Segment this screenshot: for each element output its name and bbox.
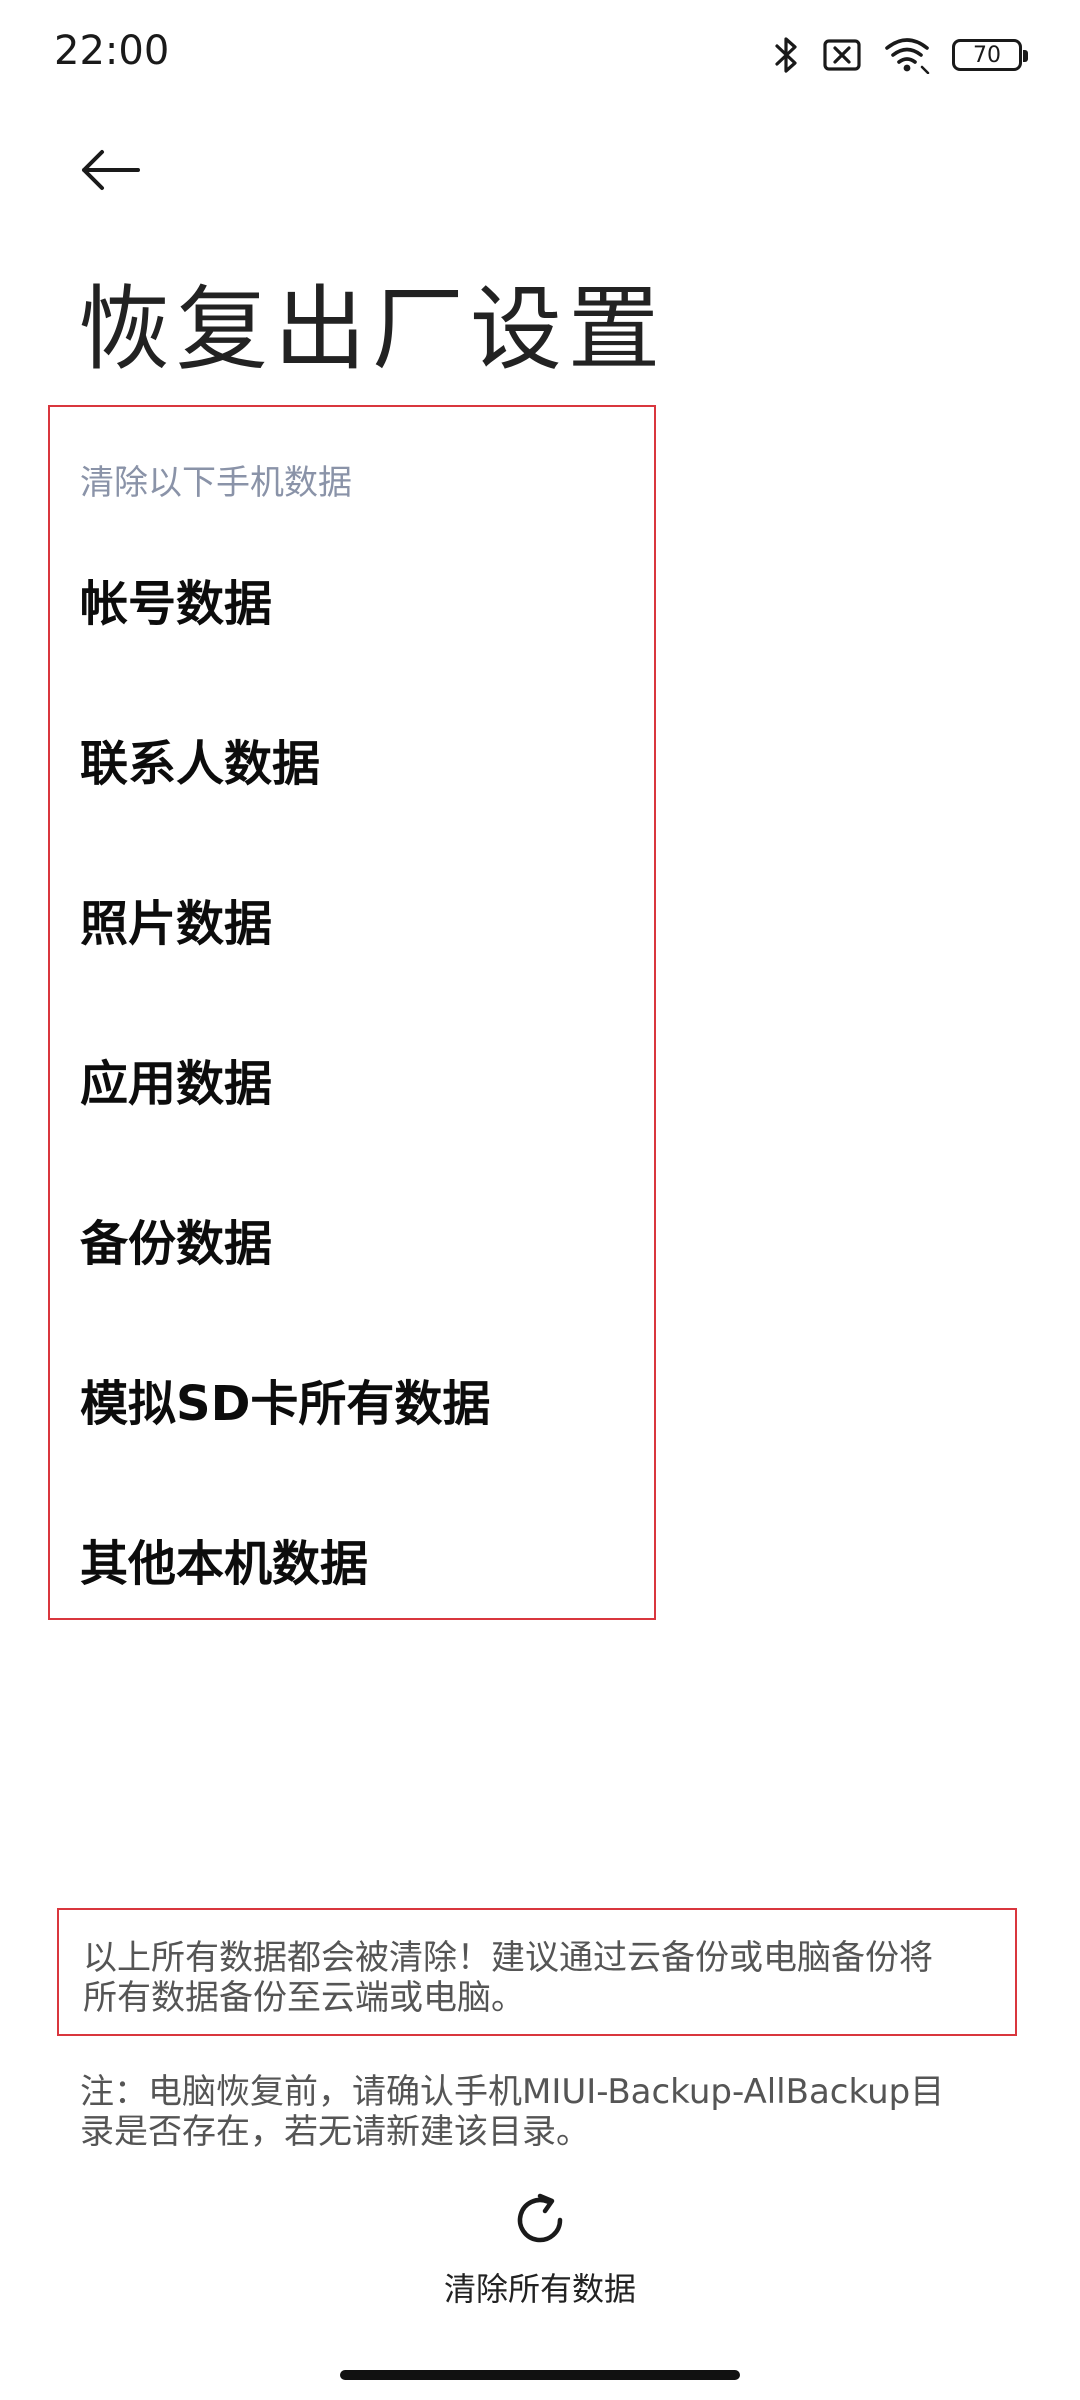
note-line-2: 录是否存在，若无请新建该目录。 (80, 2112, 590, 2152)
battery-level: 70 (973, 42, 1001, 68)
list-item-backup-data: 备份数据 (80, 1216, 273, 1272)
list-item-account-data: 帐号数据 (80, 576, 273, 632)
warning-line-2: 所有数据备份至云端或电脑。 (83, 1978, 525, 2018)
warning-line-1: 以上所有数据都会被清除！建议通过云备份或电脑备份将 (83, 1938, 933, 1978)
section-header: 清除以下手机数据 (80, 463, 352, 503)
bluetooth-icon (774, 35, 800, 75)
arrow-left-icon (82, 150, 140, 190)
home-indicator[interactable] (340, 2370, 740, 2380)
back-button[interactable] (60, 120, 160, 220)
list-item-contacts-data: 联系人数据 (80, 736, 321, 792)
warning-message: 以上所有数据都会被清除！建议通过云备份或电脑备份将 所有数据备份至云端或电脑。 (57, 1908, 1017, 2036)
note-container: 注：电脑恢复前，请确认手机MIUI-Backup-AllBackup目 录是否存… (80, 2072, 1000, 2152)
list-item-apps-data: 应用数据 (80, 1056, 273, 1112)
no-sim-icon (822, 38, 862, 72)
status-time: 22:00 (54, 28, 170, 74)
note-line-1: 注：电脑恢复前，请确认手机MIUI-Backup-AllBackup目 (80, 2072, 945, 2112)
list-item-other-data: 其他本机数据 (80, 1536, 369, 1592)
battery-icon: 70 (952, 39, 1028, 71)
wifi-icon (884, 36, 930, 74)
clear-all-data-label: 清除所有数据 (443, 2270, 636, 2308)
clear-all-data-button[interactable]: 清除所有数据 (390, 2190, 690, 2330)
page-title: 恢复出厂设置 (78, 276, 667, 383)
status-bar: 22:00 70 (0, 0, 1080, 110)
status-icons: 70 (774, 30, 1028, 80)
list-item-sd-card-data: 模拟SD卡所有数据 (80, 1376, 491, 1432)
list-item-photos-data: 照片数据 (80, 896, 273, 952)
refresh-icon (517, 2193, 563, 2243)
